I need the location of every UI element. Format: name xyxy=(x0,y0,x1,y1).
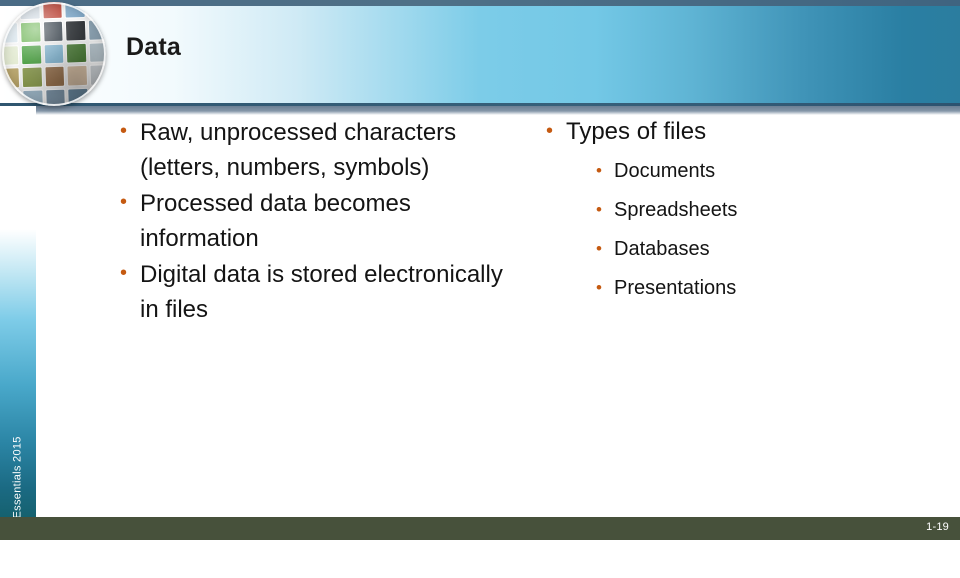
globe-tile xyxy=(88,64,106,86)
globe-tile xyxy=(20,21,42,43)
globe-tile xyxy=(2,2,19,22)
globe-tile xyxy=(22,88,44,106)
globe-tile xyxy=(65,20,87,42)
sidebar-brand-bar: Computing Essentials 2015 xyxy=(0,106,36,578)
globe-tile xyxy=(66,65,88,87)
list-item: Presentations xyxy=(594,268,874,308)
globe-tile-grid xyxy=(2,2,106,106)
page-title: Data xyxy=(126,33,181,61)
globe-tile xyxy=(86,2,106,19)
header-shadow-band xyxy=(0,106,960,115)
globe-tile xyxy=(21,44,43,66)
list-item: Databases xyxy=(594,229,874,269)
globe-tile xyxy=(87,19,106,41)
globe-tile xyxy=(89,86,106,106)
left-bullet-list: Raw, unprocessed characters (letters, nu… xyxy=(118,114,518,327)
footer-bar: 1-19 xyxy=(0,517,960,540)
list-item: Raw, unprocessed characters (letters, nu… xyxy=(118,114,518,185)
globe-tile xyxy=(45,88,67,106)
photo-mosaic-globe-icon xyxy=(2,2,106,106)
globe-tile xyxy=(2,45,20,67)
sidebar-brand-label-wrap: Computing Essentials 2015 xyxy=(0,193,36,577)
list-item-types-of-files: Types of files Documents Spreadsheets Da… xyxy=(544,114,874,308)
list-item: Digital data is stored electronically in… xyxy=(118,256,518,327)
globe-tile xyxy=(2,67,21,89)
page-number: 1-19 xyxy=(926,521,949,533)
globe-tile xyxy=(65,42,87,64)
slide: Data Computing Essentials 2015 Raw, unpr… xyxy=(0,0,960,578)
globe-tile xyxy=(88,41,106,63)
left-column: Raw, unprocessed characters (letters, nu… xyxy=(118,114,518,328)
file-types-sublist: Documents Spreadsheets Databases Present… xyxy=(594,151,874,308)
right-bullet-list: Types of files Documents Spreadsheets Da… xyxy=(544,114,874,308)
list-item: Processed data becomes information xyxy=(118,185,518,256)
list-item-label: Types of files xyxy=(566,118,707,145)
list-item: Documents xyxy=(594,151,874,191)
globe-tile xyxy=(44,65,66,87)
right-column: Types of files Documents Spreadsheets Da… xyxy=(544,114,874,309)
globe-tile xyxy=(21,66,43,88)
sidebar-brand-label: Computing Essentials 2015 xyxy=(12,436,25,578)
globe-tile xyxy=(43,43,65,65)
globe-tile xyxy=(19,2,41,21)
slide-body: Raw, unprocessed characters (letters, nu… xyxy=(36,114,960,517)
globe-tile xyxy=(64,2,86,19)
list-item: Spreadsheets xyxy=(594,190,874,230)
globe-tile xyxy=(2,89,22,106)
globe-tile xyxy=(2,22,19,44)
globe-tile xyxy=(41,2,63,20)
globe-tile xyxy=(42,21,64,43)
globe-tile xyxy=(67,87,89,106)
